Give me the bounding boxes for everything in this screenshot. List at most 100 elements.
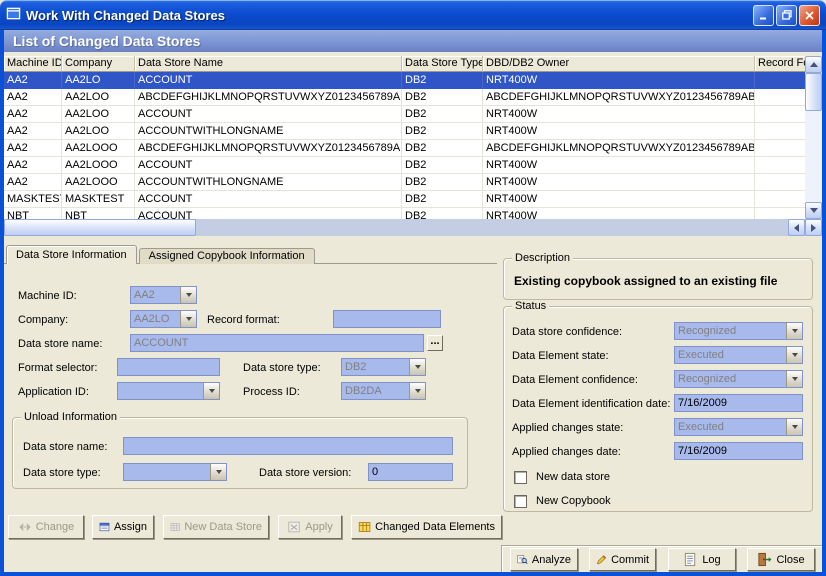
chevron-down-icon[interactable]	[180, 287, 196, 303]
table-row[interactable]: AA2AA2LOOOABCDEFGHIJKLMNOPQRSTUVWXYZ0123…	[4, 140, 805, 157]
status-combo[interactable]: Executed	[674, 418, 803, 436]
column-header[interactable]: Machine ID	[4, 56, 62, 72]
close-button[interactable]	[799, 5, 820, 26]
data-store-type-value: DB2	[342, 359, 409, 375]
chevron-down-icon[interactable]	[409, 383, 425, 399]
table-row[interactable]: AA2AA2LOACCOUNTDB2NRT400W	[4, 72, 805, 89]
chevron-down-icon[interactable]	[409, 359, 425, 375]
checkbox-row: New Copybook	[514, 489, 794, 513]
maximize-button[interactable]	[776, 5, 797, 26]
machine-id-label: Machine ID:	[18, 290, 77, 303]
table-row[interactable]: MASKTESTMASKTESTACCOUNTDB2NRT400W	[4, 191, 805, 208]
table-cell: NRT400W	[483, 72, 755, 89]
chevron-down-icon[interactable]	[786, 419, 802, 435]
status-combo[interactable]: Executed	[674, 346, 803, 364]
close-action-button[interactable]: Close	[747, 548, 815, 571]
data-store-type-combo[interactable]: DB2	[341, 358, 426, 376]
table-cell: ACCOUNTWITHLONGNAME	[135, 123, 402, 140]
arrow-down-icon	[810, 208, 818, 213]
chevron-down-icon[interactable]	[180, 311, 196, 327]
title-bar[interactable]: Work With Changed Data Stores	[0, 0, 826, 30]
format-selector-field[interactable]	[117, 358, 220, 376]
status-field[interactable]: 7/16/2009	[674, 442, 803, 460]
data-store-name-label: Data store name:	[18, 338, 102, 351]
column-header[interactable]: Record Fo	[755, 56, 805, 72]
column-header[interactable]: DBD/DB2 Owner	[483, 56, 755, 72]
table-row[interactable]: AA2AA2LOOABCDEFGHIJKLMNOPQRSTUVWXYZ01234…	[4, 89, 805, 106]
work-with-changed-data-stores-window: Work With Changed Data Stores List of Ch…	[0, 0, 826, 576]
chevron-down-icon[interactable]	[203, 383, 219, 399]
vertical-scroll-thumb[interactable]	[805, 73, 822, 111]
description-text: Existing copybook assigned to an existin…	[514, 274, 777, 288]
list-header: List of Changed Data Stores	[4, 30, 822, 52]
column-header[interactable]: Data Store Name	[135, 56, 402, 72]
apply-icon	[287, 520, 301, 534]
scroll-right-button[interactable]	[805, 219, 822, 236]
status-combo-value: Executed	[675, 347, 786, 363]
table-cell: AA2LOO	[62, 106, 135, 123]
data-store-name-field[interactable]: ACCOUNT	[130, 334, 424, 352]
browse-button[interactable]: ...	[427, 335, 443, 351]
tab-data-store-information[interactable]: Data Store Information	[6, 245, 137, 264]
column-header[interactable]: Data Store Type	[402, 56, 483, 72]
change-button[interactable]: Change	[8, 515, 84, 539]
machine-id-combo[interactable]: AA2	[130, 286, 197, 304]
status-group: Status Data store confidence:RecognizedD…	[503, 306, 813, 512]
table-cell: DB2	[402, 106, 483, 123]
format-selector-label: Format selector:	[18, 362, 97, 375]
unload-data-store-name-field[interactable]	[123, 437, 453, 455]
assign-button[interactable]: Assign	[92, 515, 154, 539]
column-header[interactable]: Company	[62, 56, 135, 72]
checkbox[interactable]	[514, 495, 527, 508]
commit-button[interactable]: Commit	[589, 548, 656, 571]
log-button[interactable]: Log	[668, 548, 736, 571]
status-combo[interactable]: Recognized	[674, 370, 803, 388]
new-data-store-button[interactable]: New Data Store	[163, 515, 269, 539]
table-cell: ACCOUNT	[135, 106, 402, 123]
status-field[interactable]: 7/16/2009	[674, 394, 803, 412]
table-cell: NRT400W	[483, 157, 755, 174]
unload-data-store-type-combo[interactable]	[123, 463, 227, 481]
horizontal-scroll-thumb[interactable]	[4, 219, 196, 236]
table-row[interactable]: NBTNBTACCOUNTDB2NRT400W	[4, 208, 805, 219]
minimize-button[interactable]	[753, 5, 774, 26]
process-id-combo[interactable]: DB2DA	[341, 382, 426, 400]
table-cell: AA2LOOO	[62, 174, 135, 191]
status-combo[interactable]: Recognized	[674, 322, 803, 340]
table-cell: NRT400W	[483, 208, 755, 219]
table-cell: AA2	[4, 72, 62, 89]
table-row[interactable]: AA2AA2LOOACCOUNTWITHLONGNAMEDB2NRT400W	[4, 123, 805, 140]
table-cell: AA2LO	[62, 72, 135, 89]
company-combo[interactable]: AA2LO	[130, 310, 197, 328]
data-store-version-field[interactable]: 0	[368, 463, 453, 481]
table-cell: NBT	[4, 208, 62, 219]
changed-data-elements-button[interactable]: Changed Data Elements	[351, 515, 502, 539]
table-cell: NRT400W	[483, 123, 755, 140]
status-label: Applied changes state:	[512, 422, 623, 434]
tab-assigned-copybook-information[interactable]: Assigned Copybook Information	[139, 248, 315, 264]
window-icon	[6, 6, 21, 24]
table-row[interactable]: AA2AA2LOOACCOUNTDB2NRT400W	[4, 106, 805, 123]
chevron-down-icon[interactable]	[786, 323, 802, 339]
analyze-button[interactable]: Analyze	[510, 548, 578, 571]
table-cell: ABCDEFGHIJKLMNOPQRSTUVWXYZ0123456789ABC	[483, 89, 755, 106]
chevron-down-icon[interactable]	[210, 464, 226, 480]
status-combo-value: Recognized	[675, 371, 786, 387]
chevron-down-icon[interactable]	[786, 371, 802, 387]
window-title: Work With Changed Data Stores	[26, 8, 748, 23]
unload-data-store-type-value	[124, 464, 210, 480]
application-id-combo[interactable]	[117, 382, 220, 400]
table-row[interactable]: AA2AA2LOOOACCOUNTWITHLONGNAMEDB2NRT400W	[4, 174, 805, 191]
checkbox[interactable]	[514, 471, 527, 484]
table-cell: ABCDEFGHIJKLMNOPQRSTUVWXYZ0123456789ABC	[135, 89, 402, 106]
scroll-down-button[interactable]	[805, 202, 822, 219]
scroll-up-button[interactable]	[805, 56, 822, 73]
apply-button[interactable]: Apply	[278, 515, 342, 539]
vertical-scrollbar[interactable]	[805, 56, 822, 219]
horizontal-scrollbar[interactable]	[4, 219, 822, 236]
table-cell: ACCOUNT	[135, 157, 402, 174]
table-row[interactable]: AA2AA2LOOOACCOUNTDB2NRT400W	[4, 157, 805, 174]
record-format-field[interactable]	[333, 310, 441, 328]
chevron-down-icon[interactable]	[786, 347, 802, 363]
scroll-left-button[interactable]	[788, 219, 805, 236]
